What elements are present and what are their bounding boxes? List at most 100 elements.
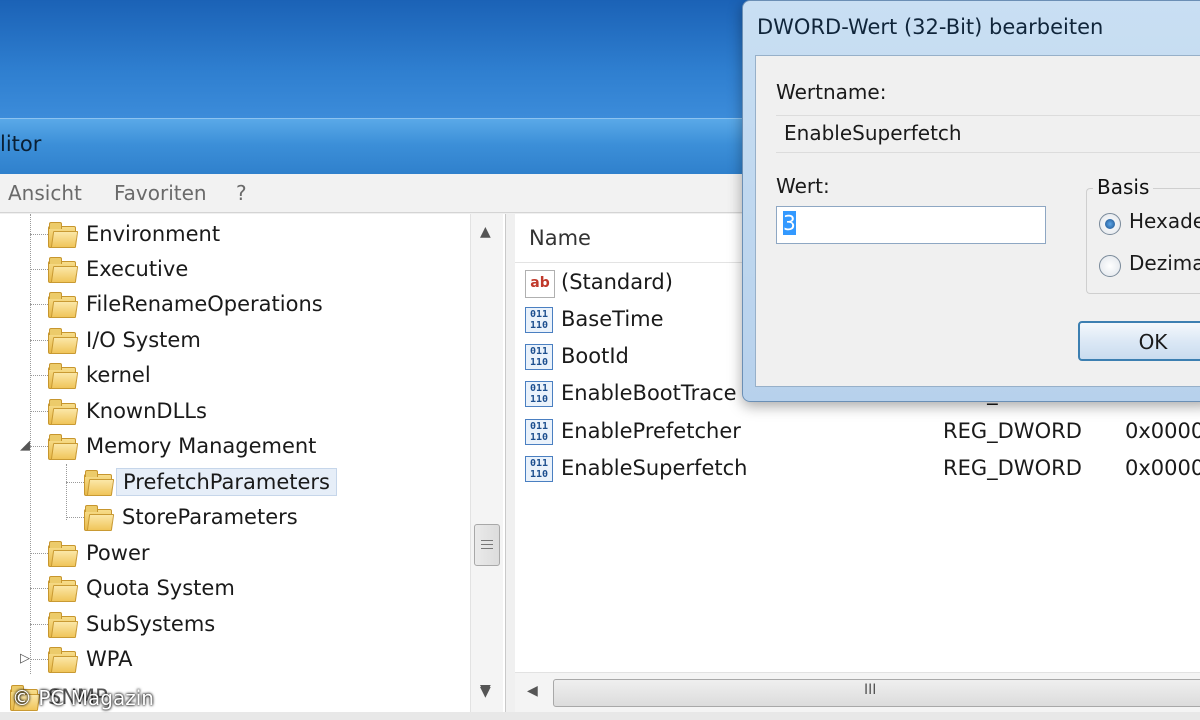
tree-guide-line xyxy=(30,214,31,674)
radio-hexadecimal[interactable] xyxy=(1099,213,1121,235)
tree-item-label: StoreParameters xyxy=(122,505,298,529)
binary-value-icon: 011 110 xyxy=(525,344,553,370)
tree-connector xyxy=(30,304,48,305)
menu-ansicht[interactable]: Ansicht xyxy=(8,181,82,205)
value-label: Wert: xyxy=(776,174,830,198)
list-item[interactable]: 011 110 EnablePrefetcher REG_DWORD 0x000… xyxy=(525,415,1200,449)
folder-icon xyxy=(48,541,79,567)
window-bottom-edge xyxy=(0,712,1200,720)
tree-connector xyxy=(66,482,84,483)
tree-connector xyxy=(30,340,48,341)
edit-dword-dialog: DWORD-Wert (32-Bit) bearbeiten Wertname:… xyxy=(742,0,1200,402)
tree-item[interactable]: SubSystems xyxy=(48,607,215,641)
base-group-label: Basis xyxy=(1093,175,1154,199)
binary-value-icon: 011 110 xyxy=(525,381,553,407)
value-name-field: EnableSuperfetch xyxy=(776,115,1200,153)
tree-item[interactable]: Memory Management xyxy=(48,429,316,463)
tree-item-label: Executive xyxy=(86,257,189,281)
radio-decimal-label[interactable]: Dezimal xyxy=(1129,251,1200,275)
tree-connector xyxy=(30,553,48,554)
ok-button[interactable]: OK xyxy=(1078,321,1200,361)
list-horizontal-scrollbar[interactable]: ◀ III xyxy=(515,672,1200,713)
tree-item[interactable]: WPA xyxy=(48,642,132,676)
scrollbar-grip: III xyxy=(864,682,877,698)
radio-decimal[interactable] xyxy=(1099,255,1121,277)
tree-connector xyxy=(30,375,48,376)
tree-item[interactable]: Power xyxy=(48,536,150,570)
tree-item-label: PrefetchParameters xyxy=(116,468,337,496)
tree-item-label: Environment xyxy=(86,222,221,246)
value-name: EnableSuperfetch xyxy=(561,456,748,480)
value-name: BootId xyxy=(561,344,629,368)
tree-item[interactable]: I/O System xyxy=(48,323,201,357)
tree-item-label: WPA xyxy=(86,647,133,671)
menu-help[interactable]: ? xyxy=(236,181,247,205)
tree-item[interactable]: StoreParameters xyxy=(84,500,298,534)
watermark: © PC Magazin xyxy=(12,686,154,710)
tree-connector xyxy=(30,588,48,589)
key-tree-pane: ◢ ▷ Environment Executive FileRenameOper… xyxy=(0,214,506,716)
value-name: BaseTime xyxy=(561,307,664,331)
folder-icon xyxy=(48,647,79,673)
folder-icon xyxy=(48,292,79,318)
scroll-left-arrow-icon[interactable]: ◀ xyxy=(527,683,538,699)
base-group: Basis Hexade Dezimal xyxy=(1086,175,1200,294)
tree-item[interactable]: Environment xyxy=(48,217,220,251)
tree-connector xyxy=(30,659,48,660)
tree-item-label: kernel xyxy=(86,363,151,387)
tree-item[interactable]: FileRenameOperations xyxy=(48,287,323,321)
tree-item-label: I/O System xyxy=(86,328,201,352)
folder-icon xyxy=(48,434,79,460)
list-item[interactable]: 011 110 EnableSuperfetch REG_DWORD 0x000… xyxy=(525,452,1200,486)
tree-item-label: FileRenameOperations xyxy=(86,292,323,316)
scrollbar-thumb[interactable]: III xyxy=(553,679,1200,707)
folder-icon xyxy=(84,470,115,496)
tree-item[interactable]: Quota System xyxy=(48,571,235,605)
collapse-triangle-icon[interactable]: ◢ xyxy=(20,438,30,453)
folder-icon xyxy=(48,399,79,425)
scroll-down-arrow-icon[interactable]: ▼ xyxy=(480,684,491,700)
value-input-text: 3 xyxy=(783,211,796,235)
value-name: (Standard) xyxy=(561,270,673,294)
tree-item[interactable]: KnownDLLs xyxy=(48,394,207,428)
value-name-label: Wertname: xyxy=(776,80,887,104)
menu-favoriten[interactable]: Favoriten xyxy=(114,181,207,205)
tree-item-label: Power xyxy=(86,541,150,565)
tree-item[interactable]: Executive xyxy=(48,252,188,286)
dialog-client-area: Wertname: EnableSuperfetch Wert: 3 Basis… xyxy=(755,55,1200,387)
folder-icon xyxy=(48,363,79,389)
tree-connector xyxy=(30,269,48,270)
string-value-icon: ab xyxy=(525,270,555,298)
value-data: 0x00000 xyxy=(1125,419,1200,443)
folder-icon xyxy=(48,328,79,354)
tree-guide-line-sub xyxy=(66,464,67,520)
tree-connector xyxy=(30,234,48,235)
folder-icon xyxy=(48,612,79,638)
value-type: REG_DWORD xyxy=(943,419,1082,443)
folder-icon xyxy=(48,222,79,248)
value-name: EnablePrefetcher xyxy=(561,419,741,443)
binary-value-icon: 011 110 xyxy=(525,456,553,482)
column-name-header[interactable]: Name xyxy=(529,226,591,250)
value-name-text: EnableSuperfetch xyxy=(784,121,962,145)
tree-item[interactable]: kernel xyxy=(48,358,151,392)
window-title: litor xyxy=(0,132,42,156)
folder-icon xyxy=(84,505,115,531)
tree-item-label: Quota System xyxy=(86,576,235,600)
value-input[interactable]: 3 xyxy=(776,206,1046,244)
tree-connector xyxy=(30,446,48,447)
expand-triangle-icon[interactable]: ▷ xyxy=(20,651,30,666)
value-name: EnableBootTrace xyxy=(561,381,737,405)
dialog-title: DWORD-Wert (32-Bit) bearbeiten xyxy=(757,15,1104,39)
tree-connector xyxy=(66,517,84,518)
value-data: 0x00000 xyxy=(1125,456,1200,480)
tree-connector xyxy=(30,624,48,625)
value-type: REG_DWORD xyxy=(943,456,1082,480)
tree-item-label: Memory Management xyxy=(86,434,317,458)
scrollbar-thumb[interactable] xyxy=(474,524,500,566)
tree-item-selected[interactable]: PrefetchParameters xyxy=(84,465,337,499)
binary-value-icon: 011 110 xyxy=(525,307,553,333)
radio-hexadecimal-label[interactable]: Hexade xyxy=(1129,209,1200,233)
scroll-up-arrow-icon[interactable]: ▲ xyxy=(480,224,491,240)
tree-vertical-scrollbar[interactable]: ▲ ▼ xyxy=(470,214,503,716)
